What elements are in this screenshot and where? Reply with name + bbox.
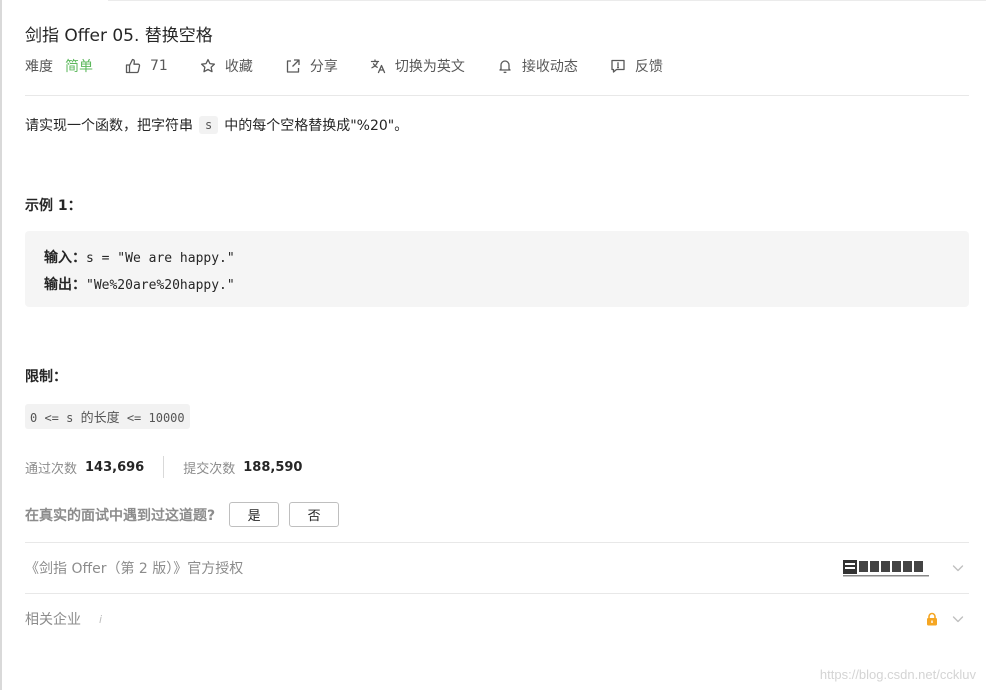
license-label: 《剑指 Offer（第 2 版）》官方授权 xyxy=(25,561,244,577)
example-input-value: s = "We are happy." xyxy=(86,251,235,266)
difficulty-label: 难度 xyxy=(25,59,53,75)
example-output-label: 输出： xyxy=(44,277,86,293)
switch-language-label: 切换为英文 xyxy=(394,59,465,75)
accepted-value: 143,696 xyxy=(85,459,145,475)
example-heading: 示例 1： xyxy=(25,198,82,214)
left-border xyxy=(0,0,2,690)
companies-section-right xyxy=(925,594,965,644)
accepted-label: 通过次数 xyxy=(25,461,78,477)
favorite-button[interactable]: 收藏 xyxy=(200,56,253,76)
translate-icon xyxy=(370,59,385,74)
star-icon xyxy=(200,58,215,73)
stats-separator xyxy=(163,456,165,478)
like-button[interactable]: 71 xyxy=(125,58,168,74)
chevron-down-icon[interactable] xyxy=(951,561,965,575)
share-label: 分享 xyxy=(309,59,338,75)
yes-button[interactable]: 是 xyxy=(229,502,280,527)
submitted-label: 提交次数 xyxy=(183,461,236,477)
interview-question-text: 在真实的面试中遇到过这道题? xyxy=(25,507,216,524)
difficulty-value: 简单 xyxy=(65,59,93,75)
example-code-block: 输入：s = "We are happy." 输出："We%20are%20ha… xyxy=(25,231,969,307)
license-section-right xyxy=(843,543,965,593)
no-button[interactable]: 否 xyxy=(289,502,340,527)
limits-after: <= 10000 xyxy=(119,411,185,425)
limits-code: 0 <= s 的长度 <= 10000 xyxy=(25,404,190,429)
info-icon[interactable]: i xyxy=(99,613,102,626)
like-count: 71 xyxy=(150,58,168,74)
limits-before: 0 <= s xyxy=(30,411,81,425)
license-section[interactable]: 《剑指 Offer（第 2 版）》官方授权 xyxy=(25,543,969,593)
feedback-button[interactable]: 反馈 xyxy=(610,56,663,76)
limits-middle: 的长度 xyxy=(80,411,120,426)
feedback-icon xyxy=(611,59,625,73)
submitted-value: 188,590 xyxy=(243,459,303,475)
chevron-down-icon[interactable] xyxy=(951,612,965,626)
top-border xyxy=(108,0,986,1)
problem-meta-bar: 难度 简单 71 收藏 分享 切换为英文 接收动态 反馈 xyxy=(25,56,663,76)
subscribe-button[interactable]: 接收动态 xyxy=(497,56,578,76)
example-input-line: 输入：s = "We are happy." xyxy=(44,245,950,272)
lock-icon xyxy=(927,612,937,626)
interview-question: 在真实的面试中遇到过这道题? 是 否 xyxy=(25,502,349,527)
description-inline-code: s xyxy=(199,116,219,134)
share-button[interactable]: 分享 xyxy=(285,56,338,76)
divider xyxy=(25,95,969,96)
feedback-label: 反馈 xyxy=(634,59,663,75)
submission-stats: 通过次数 143,696 提交次数 188,590 xyxy=(25,456,302,478)
companies-section[interactable]: 相关企业 i xyxy=(25,594,969,644)
thumbs-up-icon xyxy=(125,58,141,74)
favorite-label: 收藏 xyxy=(224,59,253,75)
example-input-label: 输入： xyxy=(44,250,86,266)
limits-heading: 限制： xyxy=(25,369,67,385)
example-output-value: "We%20are%20happy." xyxy=(86,278,235,293)
companies-label: 相关企业 xyxy=(25,612,81,628)
share-icon xyxy=(286,59,300,73)
switch-language-button[interactable]: 切换为英文 xyxy=(370,56,465,76)
problem-description: 请实现一个函数，把字符串 s 中的每个空格替换成"%20"。 xyxy=(25,115,408,135)
publisher-logo xyxy=(843,560,929,577)
subscribe-label: 接收动态 xyxy=(521,59,578,75)
example-output-line: 输出："We%20are%20happy." xyxy=(44,272,950,299)
description-text-before: 请实现一个函数，把字符串 xyxy=(25,118,193,134)
problem-title: 剑指 Offer 05. 替换空格 xyxy=(25,26,213,46)
bell-icon xyxy=(499,60,511,74)
description-text-after: 中的每个空格替换成"%20"。 xyxy=(224,118,409,134)
problem-page: 剑指 Offer 05. 替换空格 难度 简单 71 收藏 分享 切换为英文 接… xyxy=(0,0,986,690)
watermark: https://blog.csdn.net/cckluv xyxy=(819,667,976,682)
